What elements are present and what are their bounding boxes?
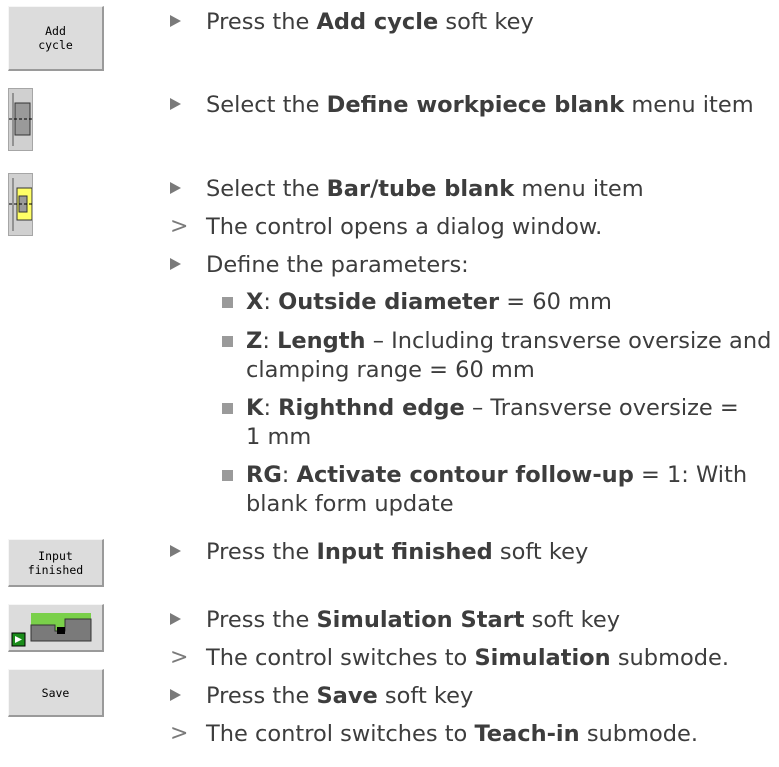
step-text: Select the Bar/tube blank menu item xyxy=(206,176,644,202)
simulation-start-softkey[interactable] xyxy=(8,604,104,652)
step-marker-icon xyxy=(170,689,181,701)
param-rg-cont: blank form update xyxy=(246,491,454,517)
simulation-start-icon xyxy=(9,605,102,650)
param-z-cont: clamping range = 60 mm xyxy=(246,357,535,383)
result-marker-icon: > xyxy=(170,645,189,670)
param-z: Z: Length – Including transverse oversiz… xyxy=(246,328,772,354)
result-text: The control switches to Teach-in submode… xyxy=(206,721,699,747)
step-marker-icon xyxy=(170,182,181,194)
step-marker-icon xyxy=(170,15,181,27)
add-cycle-softkey[interactable]: Add cycle xyxy=(8,6,104,71)
step-text: Press the Add cycle soft key xyxy=(206,9,534,35)
step-marker-icon xyxy=(170,98,181,110)
step-text: Press the Input finished soft key xyxy=(206,539,589,565)
result-text: The control opens a dialog window. xyxy=(206,214,603,240)
step-text: Define the parameters: xyxy=(206,252,469,278)
bullet-icon xyxy=(222,336,233,347)
step-text: Press the Simulation Start soft key xyxy=(206,607,621,633)
param-x: X: Outside diameter = 60 mm xyxy=(246,289,612,315)
result-text: The control switches to Simulation submo… xyxy=(206,645,730,671)
define-workpiece-blank-icon[interactable] xyxy=(8,88,33,151)
bullet-icon xyxy=(222,470,233,481)
result-marker-icon: > xyxy=(170,721,189,746)
step-text: Select the Define workpiece blank menu i… xyxy=(206,92,754,118)
save-softkey[interactable]: Save xyxy=(8,669,104,717)
step-marker-icon xyxy=(170,545,181,557)
result-marker-icon: > xyxy=(170,214,189,239)
param-k: K: Righthnd edge – Transverse oversize = xyxy=(246,395,739,421)
step-text: Press the Save soft key xyxy=(206,683,474,709)
input-finished-softkey[interactable]: Input finished xyxy=(8,539,104,587)
step-marker-icon xyxy=(170,613,181,625)
bullet-icon xyxy=(222,403,233,414)
step-marker-icon xyxy=(170,258,181,270)
param-k-cont: 1 mm xyxy=(246,424,312,450)
bullet-icon xyxy=(222,297,233,308)
param-rg: RG: Activate contour follow-up = 1: With xyxy=(246,462,748,488)
bar-tube-blank-icon[interactable] xyxy=(8,173,33,236)
